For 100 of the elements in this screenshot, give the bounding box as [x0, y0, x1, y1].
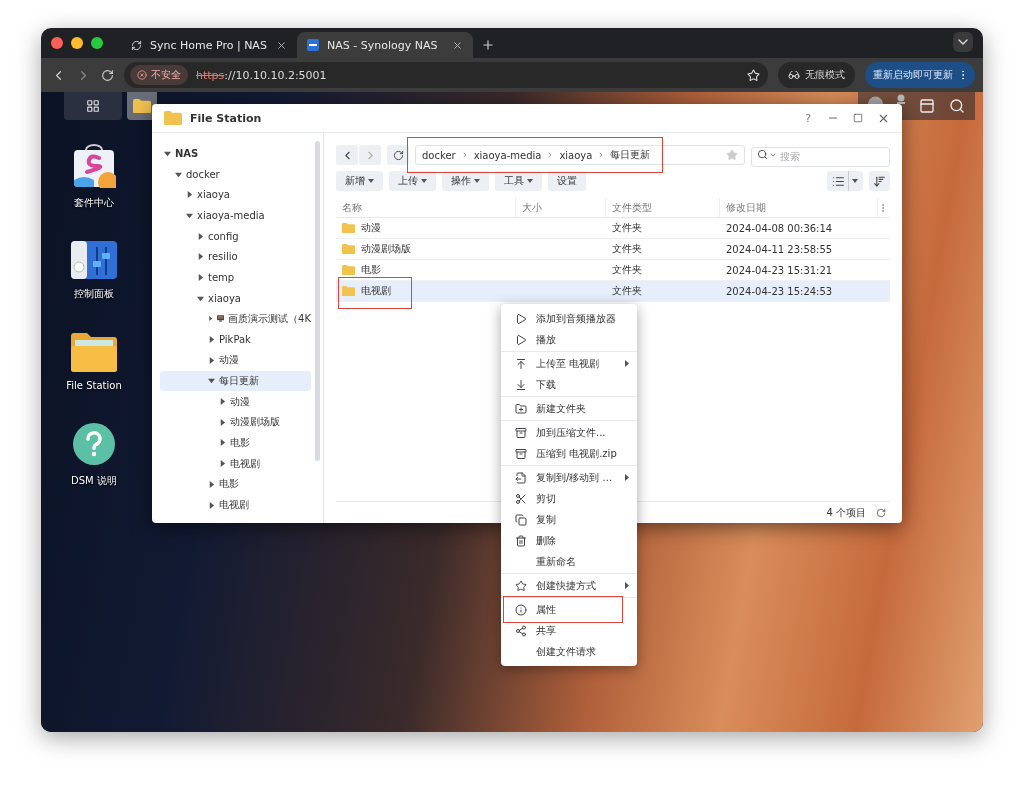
menu-item[interactable]: 属性: [509, 599, 629, 620]
menu-item[interactable]: 删除: [509, 530, 629, 551]
search-icon[interactable]: [949, 98, 965, 114]
new-tab-icon[interactable]: [481, 38, 495, 52]
sort-button[interactable]: [869, 171, 890, 191]
desktop-icon-label[interactable]: 控制面板: [74, 287, 114, 301]
update-button[interactable]: 重新启动即可更新: [865, 62, 975, 88]
browser-tab[interactable]: Sync Home Pro | NAS: [121, 32, 297, 58]
maximize-icon[interactable]: [853, 113, 863, 123]
expanded-caret-icon[interactable]: [175, 170, 182, 178]
collapsed-caret-icon[interactable]: [197, 273, 204, 281]
tree-item[interactable]: NAS: [160, 143, 311, 164]
collapsed-caret-icon[interactable]: [208, 480, 215, 488]
expanded-caret-icon[interactable]: [197, 294, 204, 302]
file-row[interactable]: 电视剧 文件夹 2024-04-23 15:24:53: [336, 281, 890, 302]
tree-item[interactable]: 电视剧: [160, 453, 311, 474]
taskbar-app-button[interactable]: [127, 92, 157, 120]
menu-item[interactable]: 添加到音频播放器: [509, 308, 629, 329]
refresh-icon[interactable]: [876, 507, 886, 518]
menu-item[interactable]: 播放: [509, 329, 629, 350]
path-bar[interactable]: docker xiaoya-media xiaoya 每日更新: [415, 145, 745, 165]
view-mode-button[interactable]: [827, 171, 863, 191]
tree-item[interactable]: xiaoya-media: [160, 205, 311, 226]
tree-item[interactable]: 画质演示测试（4K: [160, 308, 311, 330]
menu-item[interactable]: 上传至 电视剧: [509, 353, 629, 374]
minimize-dot[interactable]: [71, 37, 83, 49]
path-segment[interactable]: xiaoya-media: [473, 149, 542, 161]
tree-item[interactable]: xiaoya: [160, 184, 311, 206]
sliders-panel-icon[interactable]: [71, 241, 117, 279]
close-tab-icon[interactable]: [452, 39, 463, 51]
collapsed-caret-icon[interactable]: [197, 253, 204, 261]
tree-item[interactable]: docker: [160, 163, 311, 185]
collapsed-caret-icon[interactable]: [219, 418, 226, 426]
tree-item[interactable]: 动漫: [160, 391, 311, 412]
menu-item[interactable]: 复制: [509, 509, 629, 530]
menu-item[interactable]: 复制到/移动到 ...: [509, 467, 629, 488]
toolbar-button[interactable]: 设置: [548, 171, 586, 191]
tree-item[interactable]: config: [160, 225, 311, 247]
not-secure-chip[interactable]: 不安全: [130, 65, 188, 85]
column-header[interactable]: 修改日期: [720, 198, 878, 217]
collapsed-caret-icon[interactable]: [219, 398, 226, 406]
close-dot[interactable]: [51, 37, 63, 49]
expanded-caret-icon[interactable]: [208, 377, 215, 385]
tree-item[interactable]: xiaoya: [160, 287, 311, 309]
scrollbar[interactable]: [315, 141, 320, 461]
path-segment[interactable]: docker: [422, 149, 456, 161]
favorite-star-icon[interactable]: [726, 149, 738, 161]
expanded-caret-icon[interactable]: [186, 211, 193, 219]
tree-item[interactable]: 动漫: [160, 349, 311, 371]
shopping-bag-icon[interactable]: [72, 144, 116, 188]
collapsed-caret-icon[interactable]: [186, 191, 193, 199]
tree-item[interactable]: 电影: [160, 432, 311, 454]
tree-item[interactable]: 每日更新: [160, 370, 311, 392]
tab-list-icon[interactable]: [953, 32, 973, 52]
bookmark-star-icon[interactable]: [747, 68, 760, 82]
toolbar-button[interactable]: 上传: [389, 171, 436, 191]
incognito-chip[interactable]: 无痕模式: [778, 62, 855, 88]
tree-item[interactable]: temp: [160, 267, 311, 288]
tree-item[interactable]: 动漫剧场版: [160, 411, 311, 433]
column-header[interactable]: 文件类型: [606, 198, 720, 217]
close-tab-icon[interactable]: [276, 39, 287, 51]
tree-item[interactable]: 电视剧: [160, 494, 311, 516]
toolbar-button[interactable]: 操作: [442, 171, 489, 191]
help-icon[interactable]: [72, 422, 116, 466]
main-menu-button[interactable]: [64, 92, 122, 120]
collapsed-caret-icon[interactable]: [208, 315, 213, 323]
desktop-icon-label[interactable]: 套件中心: [74, 196, 114, 210]
zoom-dot[interactable]: [91, 37, 103, 49]
collapsed-caret-icon[interactable]: [219, 439, 226, 447]
file-row[interactable]: 动漫剧场版 文件夹 2024-04-11 23:58:55: [336, 239, 890, 260]
collapsed-caret-icon[interactable]: [208, 336, 215, 344]
collapsed-caret-icon[interactable]: [219, 460, 226, 468]
collapsed-caret-icon[interactable]: [208, 501, 215, 509]
menu-item[interactable]: 剪切: [509, 488, 629, 509]
tree-item[interactable]: 电影: [160, 474, 311, 495]
column-header[interactable]: 名称: [336, 198, 516, 217]
path-segment[interactable]: xiaoya: [559, 149, 593, 161]
menu-item[interactable]: 创建文件请求: [509, 641, 629, 662]
back-button[interactable]: [336, 145, 358, 165]
browser-tab[interactable]: NAS - Synology NAS: [297, 32, 473, 58]
widgets-icon[interactable]: [919, 98, 935, 114]
menu-item[interactable]: 下载: [509, 374, 629, 395]
toolbar-button[interactable]: 新增: [336, 171, 383, 191]
person-icon[interactable]: [897, 94, 905, 104]
path-segment[interactable]: 每日更新: [610, 148, 651, 162]
help-button[interactable]: ?: [805, 111, 811, 125]
refresh-button[interactable]: [387, 145, 409, 165]
menu-item[interactable]: 新建文件夹: [509, 398, 629, 419]
reload-icon[interactable]: [101, 68, 114, 82]
menu-item[interactable]: 重新命名: [509, 551, 629, 572]
toolbar-button[interactable]: 工具: [495, 171, 542, 191]
menu-item[interactable]: 加到压缩文件...: [509, 422, 629, 443]
collapsed-caret-icon[interactable]: [208, 356, 215, 364]
column-header[interactable]: 大小: [516, 198, 606, 217]
desktop-icon-label[interactable]: DSM 说明: [71, 474, 117, 488]
folder-icon[interactable]: [71, 332, 117, 372]
desktop-icon-label[interactable]: File Station: [66, 380, 122, 391]
expanded-caret-icon[interactable]: [164, 149, 171, 157]
menu-item[interactable]: 共享: [509, 620, 629, 641]
menu-item[interactable]: 创建快捷方式: [509, 575, 629, 596]
